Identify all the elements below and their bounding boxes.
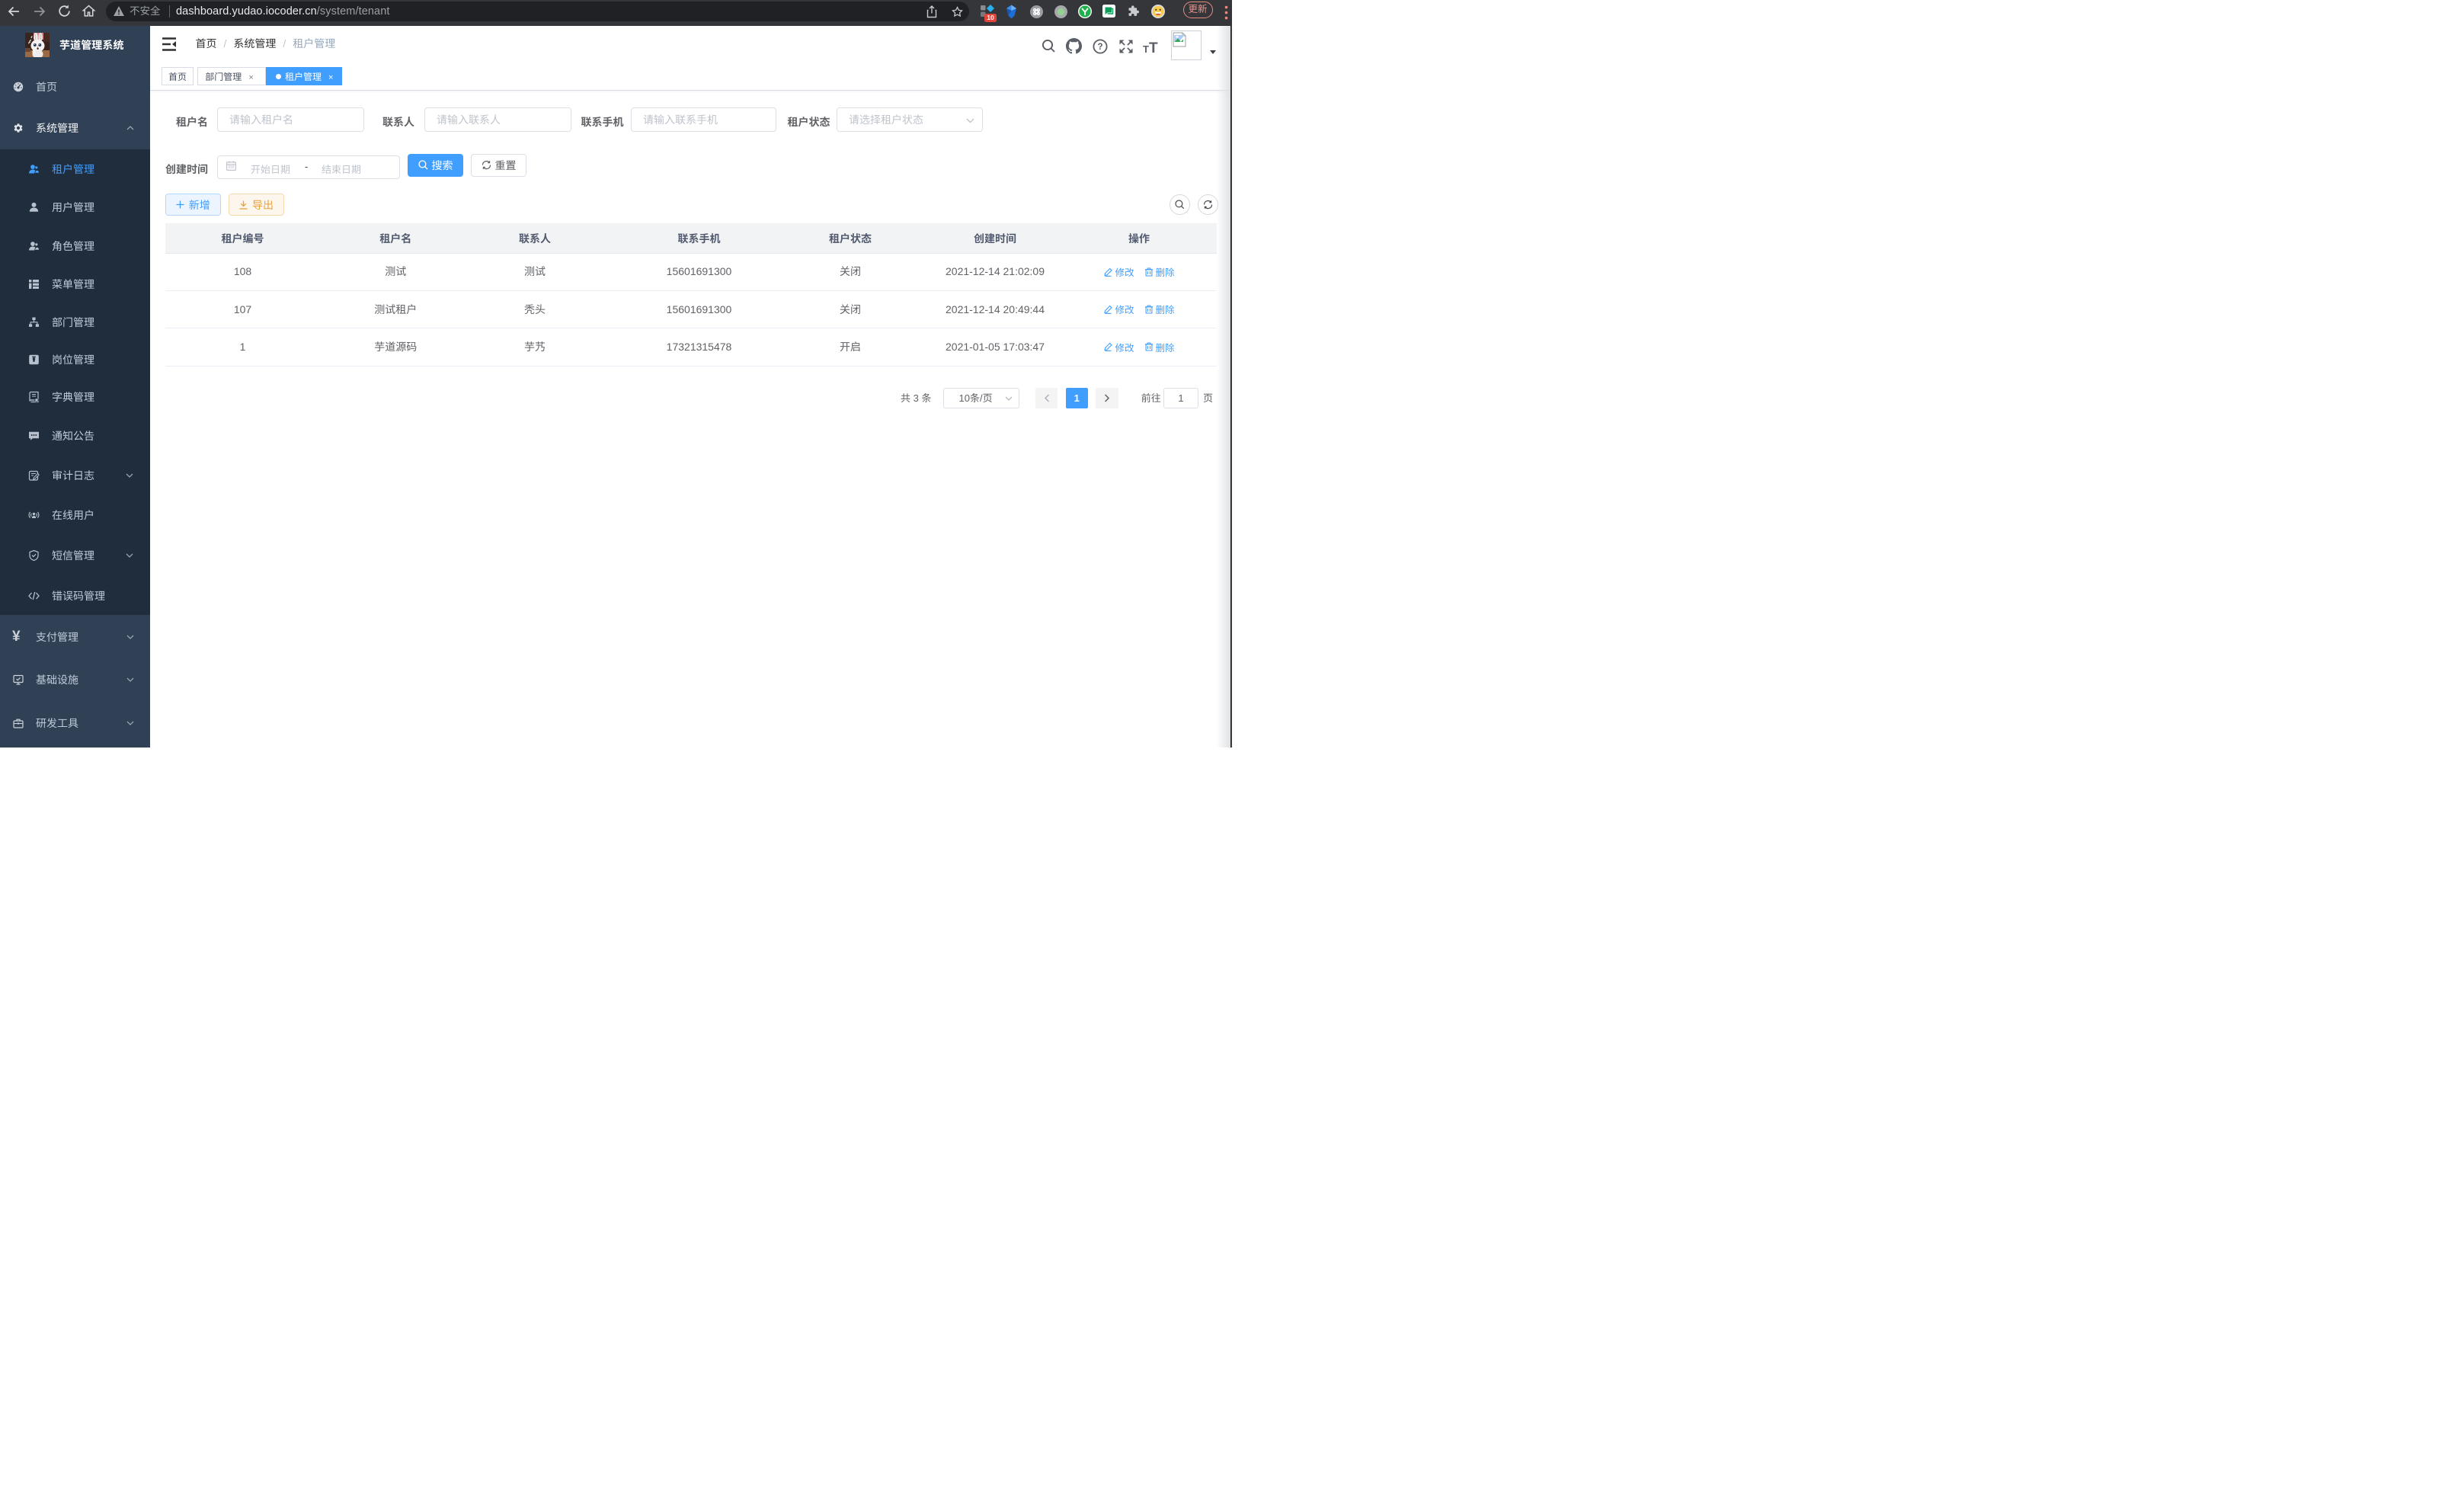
svg-text:?: ? (1097, 43, 1102, 52)
